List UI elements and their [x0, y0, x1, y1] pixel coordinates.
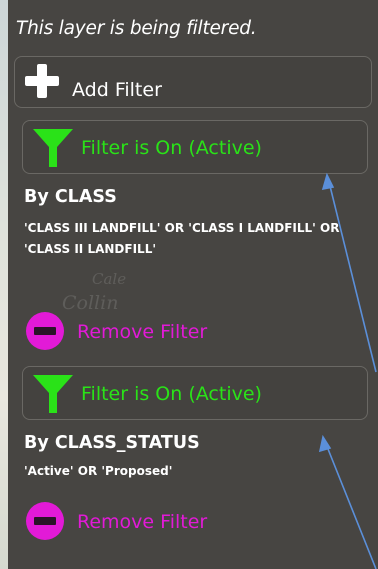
filter-1-field-label: By CLASS: [24, 187, 117, 207]
filter-2-criteria: 'Active' OR 'Proposed': [24, 464, 173, 478]
filter-1-status-button[interactable]: Filter is On (Active): [22, 120, 368, 174]
filter-2-remove-label: Remove Filter: [77, 511, 208, 533]
filter-1-remove-label: Remove Filter: [77, 321, 208, 343]
filter-1-status-label: Filter is On (Active): [81, 137, 262, 159]
filter-status-header: This layer is being filtered.: [16, 18, 257, 39]
plus-icon: [25, 64, 59, 98]
funnel-icon: [33, 129, 73, 167]
filter-2-status-label: Filter is On (Active): [81, 383, 262, 405]
filter-2-field-label: By CLASS_STATUS: [24, 433, 200, 453]
filter-2-status-button[interactable]: Filter is On (Active): [22, 366, 368, 420]
filter-2-remove-button[interactable]: Remove Filter: [22, 500, 282, 544]
map-label: Cale: [92, 270, 127, 288]
filter-1-remove-button[interactable]: Remove Filter: [22, 310, 282, 354]
remove-icon: [26, 312, 64, 350]
filter-1-criteria: 'CLASS III LANDFILL' OR 'CLASS I LANDFIL…: [24, 221, 340, 256]
funnel-icon: [33, 375, 73, 413]
add-filter-label: Add Filter: [72, 79, 162, 101]
add-filter-button[interactable]: Add Filter: [14, 56, 372, 108]
filter-panel: Collin Cale This layer is being filtered…: [8, 0, 378, 569]
remove-icon: [26, 502, 64, 540]
